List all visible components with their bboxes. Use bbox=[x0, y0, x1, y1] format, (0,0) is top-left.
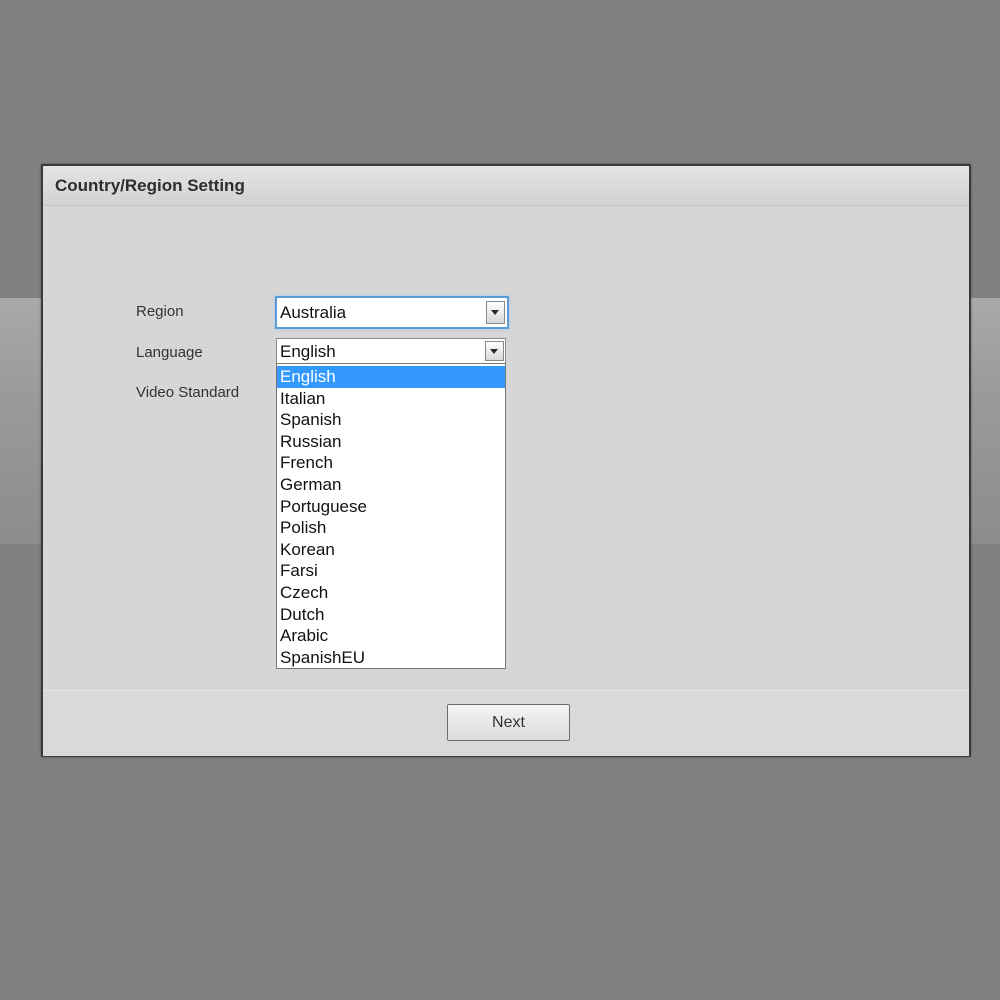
dialog-header: Country/Region Setting bbox=[43, 166, 969, 206]
country-region-dialog: Country/Region Setting Region Australia … bbox=[41, 164, 971, 757]
language-option-farsi[interactable]: Farsi bbox=[277, 560, 505, 582]
language-select-value: English bbox=[280, 342, 336, 361]
language-option-french[interactable]: French bbox=[277, 452, 505, 474]
video-standard-label: Video Standard bbox=[136, 384, 240, 401]
region-select-value: Australia bbox=[280, 303, 347, 322]
language-option-spanish[interactable]: Spanish bbox=[277, 409, 505, 431]
language-option-italian[interactable]: Italian bbox=[277, 388, 505, 410]
language-option-arabic[interactable]: Arabic bbox=[277, 625, 505, 647]
language-dropdown-button[interactable] bbox=[485, 341, 504, 361]
language-option-german[interactable]: German bbox=[277, 474, 505, 496]
language-option-korean[interactable]: Korean bbox=[277, 539, 505, 561]
language-label: Language bbox=[136, 344, 203, 361]
language-option-czech[interactable]: Czech bbox=[277, 582, 505, 604]
language-option-english[interactable]: English bbox=[277, 366, 505, 388]
region-dropdown-button[interactable] bbox=[486, 301, 505, 324]
language-option-polish[interactable]: Polish bbox=[277, 517, 505, 539]
region-select[interactable]: Australia bbox=[275, 296, 509, 329]
language-dropdown-list: English Italian Spanish Russian French German… bbox=[276, 363, 506, 669]
language-option-spanisheu[interactable]: SpanishEU bbox=[277, 647, 505, 669]
language-option-dutch[interactable]: Dutch bbox=[277, 604, 505, 626]
region-label: Region bbox=[136, 303, 184, 320]
language-option-portuguese[interactable]: Portuguese bbox=[277, 496, 505, 518]
chevron-down-icon bbox=[490, 349, 498, 354]
dialog-title: Country/Region Setting bbox=[55, 176, 245, 195]
language-option-russian[interactable]: Russian bbox=[277, 431, 505, 453]
language-select[interactable]: English bbox=[276, 338, 506, 364]
next-button[interactable]: Next bbox=[447, 704, 570, 741]
chevron-down-icon bbox=[491, 310, 499, 315]
